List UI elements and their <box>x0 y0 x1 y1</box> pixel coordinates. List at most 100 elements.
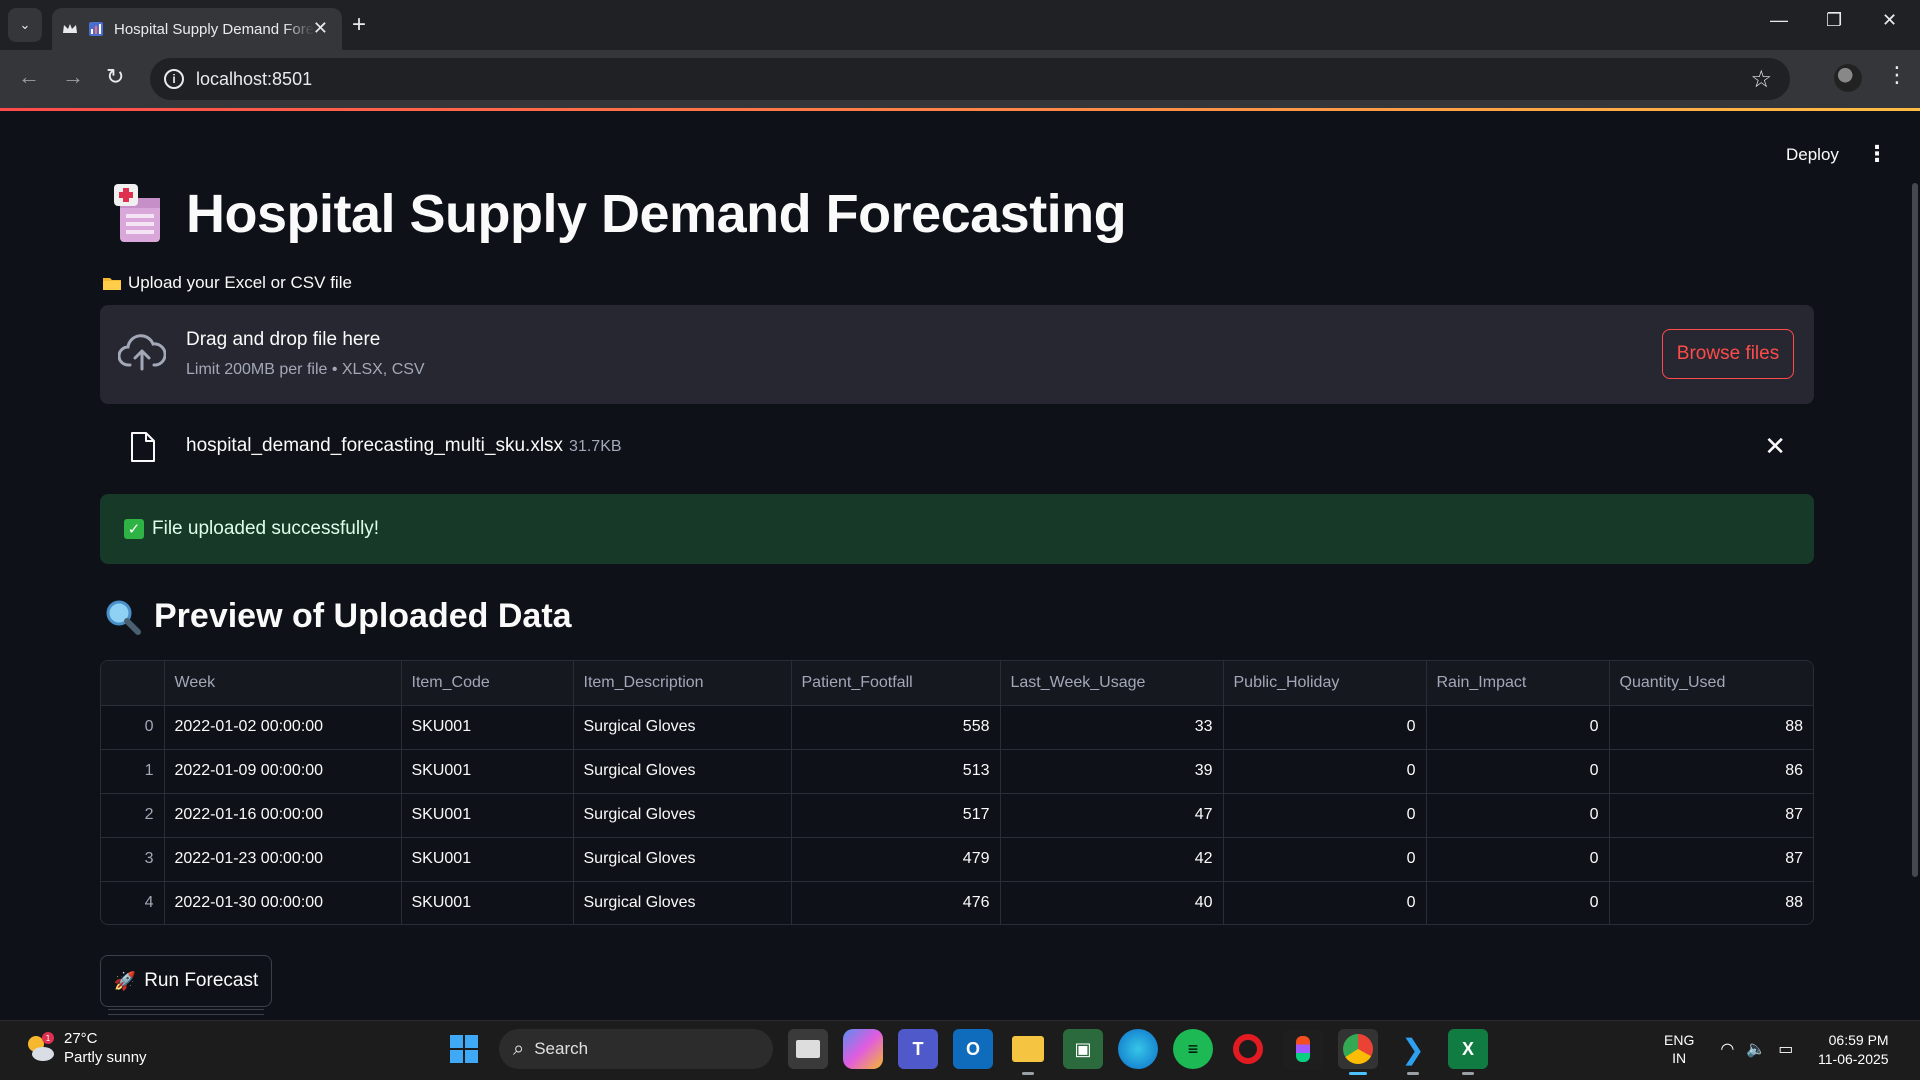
cell-week[interactable]: 2022-01-02 00:00:00 <box>164 705 402 750</box>
cell-item-code[interactable]: SKU001 <box>401 705 574 750</box>
cell-item-code[interactable]: SKU001 <box>401 749 574 794</box>
cell-public-holiday[interactable]: 0 <box>1223 705 1427 750</box>
language-indicator[interactable]: ENG IN <box>1664 1031 1694 1067</box>
cell-item-description[interactable]: Surgical Gloves <box>573 837 792 882</box>
cell-week[interactable]: 2022-01-09 00:00:00 <box>164 749 402 794</box>
data-preview-table[interactable]: Week Item_Code Item_Description Patient_… <box>100 660 1814 925</box>
remove-file-icon[interactable]: ✕ <box>1764 431 1786 462</box>
column-header[interactable]: Item_Description <box>573 661 792 706</box>
taskbar-search[interactable]: ⌕ Search <box>499 1029 773 1069</box>
cell-item-description[interactable]: Surgical Gloves <box>573 881 792 924</box>
row-index[interactable]: 0 <box>101 705 165 750</box>
cell-last-week-usage[interactable]: 39 <box>1000 749 1224 794</box>
row-index[interactable]: 4 <box>101 881 165 924</box>
row-index[interactable]: 2 <box>101 793 165 838</box>
cell-rain-impact[interactable]: 0 <box>1426 837 1610 882</box>
cell-patient-footfall[interactable]: 517 <box>791 793 1001 838</box>
bookmark-star-icon[interactable]: ☆ <box>1750 65 1772 94</box>
cell-quantity-used[interactable]: 88 <box>1609 705 1813 750</box>
cell-quantity-used[interactable]: 88 <box>1609 881 1813 924</box>
battery-icon[interactable]: ▭ <box>1778 1039 1793 1059</box>
cell-public-holiday[interactable]: 0 <box>1223 749 1427 794</box>
cell-item-description[interactable]: Surgical Gloves <box>573 793 792 838</box>
column-header[interactable]: Last_Week_Usage <box>1000 661 1224 706</box>
cell-quantity-used[interactable]: 87 <box>1609 837 1813 882</box>
cell-week[interactable]: 2022-01-30 00:00:00 <box>164 881 402 924</box>
window-close-icon[interactable]: ✕ <box>1882 10 1897 31</box>
cell-item-description[interactable]: Surgical Gloves <box>573 749 792 794</box>
column-header[interactable]: Patient_Footfall <box>791 661 1001 706</box>
back-arrow-icon[interactable]: ← <box>18 64 40 90</box>
windows-start-icon[interactable] <box>444 1029 484 1069</box>
outlook-icon[interactable]: O <box>953 1029 993 1069</box>
figma-icon[interactable] <box>1283 1029 1323 1069</box>
teams-icon[interactable]: T <box>898 1029 938 1069</box>
task-view-icon[interactable] <box>788 1029 828 1069</box>
cell-week[interactable]: 2022-01-16 00:00:00 <box>164 793 402 838</box>
restore-icon[interactable]: ❐ <box>1826 10 1842 31</box>
file-explorer-icon[interactable] <box>1008 1029 1048 1075</box>
cell-public-holiday[interactable]: 0 <box>1223 837 1427 882</box>
spotify-icon[interactable]: ≡ <box>1173 1029 1213 1069</box>
copilot-icon[interactable] <box>843 1029 883 1069</box>
weather-widget[interactable]: 1 27°C Partly sunny <box>24 1029 147 1067</box>
cell-patient-footfall[interactable]: 558 <box>791 705 1001 750</box>
cell-rain-impact[interactable]: 0 <box>1426 881 1610 924</box>
site-info-icon[interactable]: i <box>164 69 184 89</box>
cell-last-week-usage[interactable]: 40 <box>1000 881 1224 924</box>
run-forecast-button[interactable]: 🚀 Run Forecast <box>100 955 272 1007</box>
profile-avatar[interactable] <box>1834 64 1862 92</box>
url-text[interactable]: localhost:8501 <box>196 69 312 90</box>
cell-last-week-usage[interactable]: 33 <box>1000 705 1224 750</box>
tab-search-button[interactable]: ⌄ <box>8 8 42 42</box>
address-bar[interactable]: i localhost:8501 ☆ <box>150 58 1790 100</box>
volume-icon[interactable]: 🔈 <box>1746 1039 1766 1059</box>
cell-patient-footfall[interactable]: 476 <box>791 881 1001 924</box>
cell-public-holiday[interactable]: 0 <box>1223 793 1427 838</box>
reload-icon[interactable]: ↻ <box>106 64 124 90</box>
column-header[interactable]: Week <box>164 661 402 706</box>
column-header[interactable] <box>101 661 165 706</box>
opera-icon[interactable] <box>1228 1029 1268 1069</box>
wifi-icon[interactable]: ◠ <box>1720 1039 1734 1059</box>
edge-icon[interactable] <box>1118 1029 1158 1069</box>
cell-last-week-usage[interactable]: 42 <box>1000 837 1224 882</box>
file-name-wrapper: hospital_demand_forecasting_multi_sku.xl… <box>186 435 622 457</box>
file-dropzone[interactable]: Drag and drop file here Limit 200MB per … <box>100 305 1814 404</box>
cell-quantity-used[interactable]: 86 <box>1609 749 1813 794</box>
cell-patient-footfall[interactable]: 479 <box>791 837 1001 882</box>
cell-item-code[interactable]: SKU001 <box>401 837 574 882</box>
new-tab-button[interactable]: + <box>352 10 366 40</box>
column-header[interactable]: Rain_Impact <box>1426 661 1610 706</box>
column-header[interactable]: Quantity_Used <box>1609 661 1813 706</box>
app-menu-icon[interactable]: ⋮ <box>1866 141 1888 167</box>
cell-quantity-used[interactable]: 87 <box>1609 793 1813 838</box>
meet-icon[interactable]: ▣ <box>1063 1029 1103 1069</box>
cell-item-code[interactable]: SKU001 <box>401 793 574 838</box>
browser-menu-icon[interactable]: ⋮ <box>1886 62 1908 88</box>
cell-rain-impact[interactable]: 0 <box>1426 793 1610 838</box>
cell-week[interactable]: 2022-01-23 00:00:00 <box>164 837 402 882</box>
row-index[interactable]: 3 <box>101 837 165 882</box>
vscode-icon[interactable]: ❯ <box>1393 1029 1433 1075</box>
row-index[interactable]: 1 <box>101 749 165 794</box>
cell-public-holiday[interactable]: 0 <box>1223 881 1427 924</box>
chrome-icon[interactable] <box>1338 1029 1378 1075</box>
excel-icon[interactable]: X <box>1448 1029 1488 1075</box>
forward-arrow-icon[interactable]: → <box>62 64 84 90</box>
close-icon[interactable]: ✕ <box>313 18 328 39</box>
browser-tab[interactable]: Hospital Supply Demand Forecasting ✕ <box>52 8 342 50</box>
deploy-button[interactable]: Deploy <box>1786 145 1839 165</box>
cell-item-code[interactable]: SKU001 <box>401 881 574 924</box>
column-header[interactable]: Public_Holiday <box>1223 661 1427 706</box>
browse-files-button[interactable]: Browse files <box>1662 329 1794 379</box>
scrollbar[interactable] <box>1912 183 1918 877</box>
cell-rain-impact[interactable]: 0 <box>1426 705 1610 750</box>
column-header[interactable]: Item_Code <box>401 661 574 706</box>
cell-rain-impact[interactable]: 0 <box>1426 749 1610 794</box>
cell-last-week-usage[interactable]: 47 <box>1000 793 1224 838</box>
cell-item-description[interactable]: Surgical Gloves <box>573 705 792 750</box>
clock[interactable]: 06:59 PM 11-06-2025 <box>1818 1031 1889 1069</box>
minimize-icon[interactable]: — <box>1770 10 1788 31</box>
cell-patient-footfall[interactable]: 513 <box>791 749 1001 794</box>
